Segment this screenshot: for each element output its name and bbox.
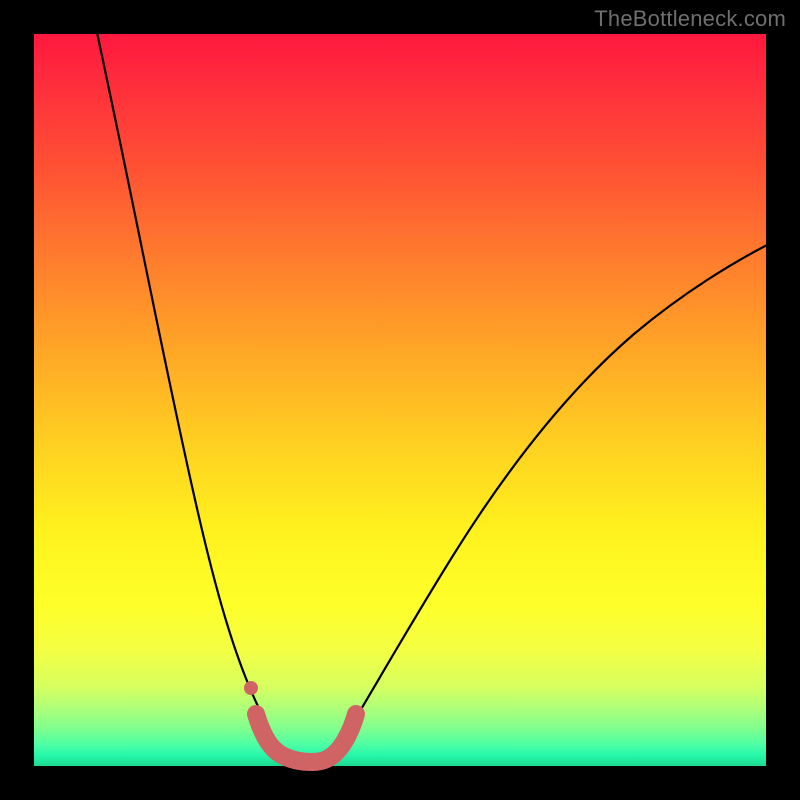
plot-area xyxy=(34,34,766,766)
marker-dot xyxy=(244,681,258,695)
chart-frame: TheBottleneck.com xyxy=(0,0,800,800)
curve-right-branch xyxy=(334,244,769,754)
optimal-band xyxy=(256,714,356,762)
curve-left-branch xyxy=(96,28,282,752)
watermark-text: TheBottleneck.com xyxy=(594,6,786,32)
curves-layer xyxy=(34,34,766,766)
